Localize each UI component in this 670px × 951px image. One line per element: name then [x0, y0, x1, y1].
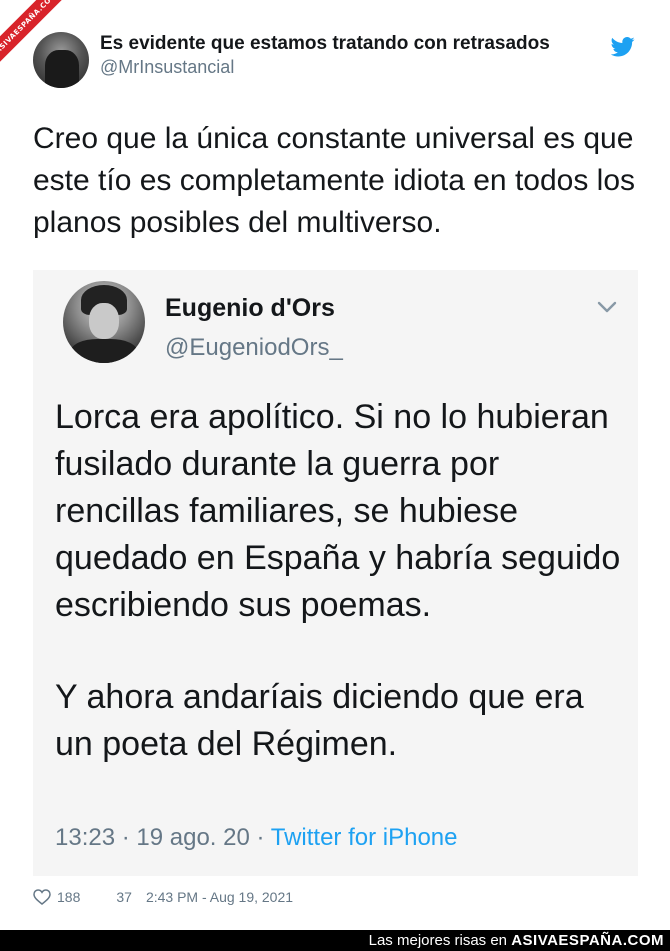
quoted-author-handle[interactable]: @EugeniodOrs_	[165, 334, 343, 362]
author-name[interactable]: Es evidente que estamos tratando con ret…	[100, 33, 550, 55]
quoted-time: 13:23	[55, 824, 116, 851]
footer-site-link[interactable]: ASIVAESPAÑA.COM	[511, 932, 664, 949]
quoted-author-name[interactable]: Eugenio d'Ors	[165, 294, 335, 323]
retweet-count[interactable]: 37	[116, 889, 132, 905]
tweet-timestamp[interactable]: 2:43 PM - Aug 19, 2021	[146, 889, 293, 905]
meta-separator: ·	[115, 824, 137, 851]
quoted-tweet-card[interactable]: Eugenio d'Ors @EugeniodOrs_ Lorca era ap…	[33, 270, 638, 876]
tweet-stats: 188 37 2:43 PM - Aug 19, 2021	[33, 889, 293, 905]
meta-separator: ·	[249, 824, 271, 851]
quoted-paragraph-2: Y ahora andaríais diciendo que era un po…	[55, 678, 584, 763]
like-count[interactable]: 188	[57, 889, 80, 905]
tweet-text: Creo que la única constante universal es…	[33, 122, 636, 239]
footer-tagline: Las mejores risas en	[368, 932, 508, 949]
quoted-date[interactable]: 19 ago. 20	[136, 824, 249, 851]
quoted-paragraph-1: Lorca era apolítico. Si no lo hubieran f…	[55, 398, 621, 624]
heart-icon[interactable]	[33, 889, 51, 905]
quoted-tweet-text: Lorca era apolítico. Si no lo hubieran f…	[55, 394, 630, 768]
author-handle[interactable]: @MrInsustancial	[100, 57, 234, 78]
author-avatar[interactable]	[33, 32, 89, 88]
quoted-author-avatar[interactable]	[63, 281, 145, 363]
chevron-down-icon[interactable]	[597, 300, 617, 314]
quoted-tweet-meta: 13:23 · 19 ago. 20 · Twitter for iPhone	[55, 824, 457, 852]
twitter-bird-icon[interactable]	[611, 37, 635, 57]
quoted-client-link[interactable]: Twitter for iPhone	[271, 824, 458, 851]
footer-banner: Las mejores risas en ASIVAESPAÑA.COM	[0, 930, 670, 951]
